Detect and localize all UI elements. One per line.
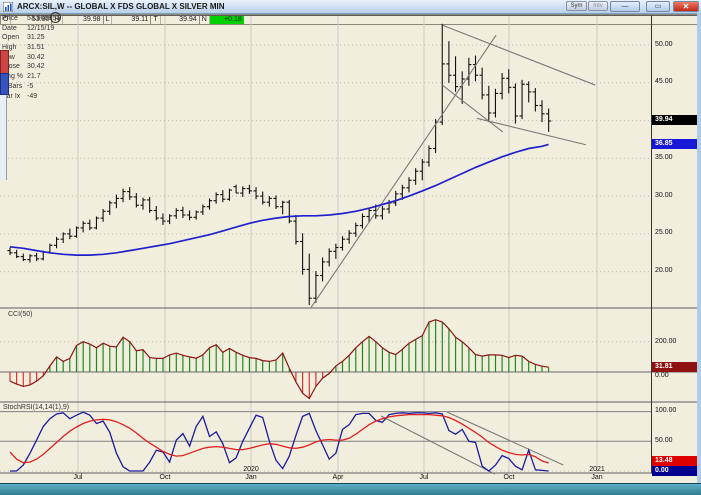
date-year-label: 2021 <box>583 466 611 473</box>
left-toolbar-red-button[interactable] <box>0 50 9 74</box>
window-right-border <box>697 13 701 483</box>
stoch-d-value-box: 13.48 <box>652 456 698 466</box>
price-tick-label: 25.00 <box>655 229 695 236</box>
date-month-label: Jan <box>583 474 611 481</box>
price-tick-label: 20.00 <box>655 267 695 274</box>
price-tick-label: 50.00 <box>655 41 695 48</box>
date-month-label: Jan <box>237 474 265 481</box>
cci-value-box: 31.81 <box>652 362 698 372</box>
left-toolbar-blue-button[interactable] <box>0 73 9 95</box>
cci-tick-label: 200.00 <box>655 338 695 345</box>
stoch-k-value-box: 0.00 <box>652 466 698 476</box>
ma-value-box: 36.85 <box>652 139 698 149</box>
data-window-row: # Bars-5 <box>2 83 60 93</box>
date-year-label: 2020 <box>237 466 265 473</box>
stochrsi-panel-label: StochRSI(14,14(1),9) <box>3 404 69 411</box>
data-window: Price53.905855Date12/15/19Open31.25High3… <box>2 15 60 102</box>
data-window-row: High31.51 <box>2 44 60 54</box>
data-window-row: Date12/15/19 <box>2 25 60 35</box>
date-month-label: Apr <box>324 474 352 481</box>
date-month-label: Oct <box>495 474 523 481</box>
data-window-row: Low30.42 <box>2 54 60 64</box>
data-window-row: Close30.42 <box>2 63 60 73</box>
price-tick-label: 35.00 <box>655 154 695 161</box>
crosshair-cursor-icon <box>50 12 61 23</box>
last-price-box: 39.94 <box>652 115 698 125</box>
cci-panel-label: CCI(50) <box>8 311 33 318</box>
price-tick-label: 30.00 <box>655 192 695 199</box>
data-window-row: Bar Ix-49 <box>2 93 60 103</box>
stoch-tick-label: 50.00 <box>655 437 695 444</box>
date-month-label: Jul <box>410 474 438 481</box>
stoch-tick-label: 100.00 <box>655 407 695 414</box>
cci-tick-label: 0.00 <box>655 372 695 379</box>
data-window-row: Open31.25 <box>2 34 60 44</box>
chart-canvas[interactable] <box>0 0 701 495</box>
left-toolbar-panel <box>0 95 7 180</box>
date-month-label: Oct <box>151 474 179 481</box>
desktop-taskbar-strip <box>0 483 701 495</box>
date-month-label: Jul <box>64 474 92 481</box>
price-tick-label: 45.00 <box>655 78 695 85</box>
data-window-row: Chg %21.7 <box>2 73 60 83</box>
